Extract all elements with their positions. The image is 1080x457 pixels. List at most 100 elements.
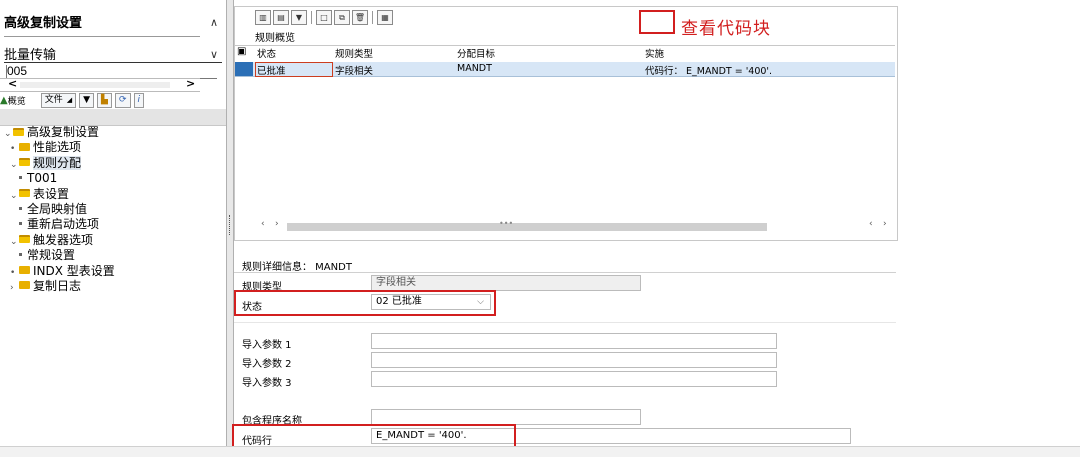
transfer-mode-label: 批量传输 xyxy=(4,47,57,62)
toolbar-divider xyxy=(372,10,373,24)
tree-node[interactable]: 全局映射值 xyxy=(0,202,226,217)
tree-node[interactable]: • 性能选项 xyxy=(0,140,226,155)
overview-button[interactable]: ▲ 概览 xyxy=(0,94,26,107)
info-button[interactable]: i xyxy=(133,92,145,108)
view-code-highlight xyxy=(639,10,675,34)
left-toolbar: ▲ 概览 文件 ◢ ▼ ▙ ⟳ i xyxy=(0,92,224,108)
tree-node-label: 复制日志 xyxy=(33,278,82,293)
tree-node-label: 高级复制设置 xyxy=(27,125,100,139)
column-header-status[interactable]: 状态 xyxy=(257,46,276,60)
folder-icon xyxy=(19,266,30,275)
folder-icon xyxy=(19,158,30,167)
scroll-thumb[interactable] xyxy=(20,82,170,88)
section-title: 规则概览 xyxy=(255,33,295,44)
grid-scroll-thumb[interactable]: ••• xyxy=(287,219,767,231)
grid-toolbar: ▥ ▤ ▼ □ ⧉ 🗑 ▦ xyxy=(235,7,897,27)
tree-node-label: 表设置 xyxy=(33,186,70,201)
rules-overview-panel: ▥ ▤ ▼ □ ⧉ 🗑 ▦ 查看代码块 规则概览 ▣ 状态 规则类型 分配目标 … xyxy=(234,6,898,241)
tree-node[interactable]: › 复制日志 xyxy=(0,279,226,294)
column-header-target[interactable]: 分配目标 xyxy=(457,46,495,60)
tree-node[interactable]: T001 xyxy=(0,171,226,186)
tree-node[interactable]: • INDX 型表设置 xyxy=(0,264,226,279)
tree-node[interactable]: ⌄ 表设置 xyxy=(0,187,226,202)
scroll-left-end-icon[interactable]: ‹ xyxy=(869,219,873,229)
form-divider xyxy=(234,272,896,273)
subtitle-divider xyxy=(4,62,222,63)
scroll-right-icon[interactable]: › xyxy=(275,219,279,229)
import-param3-label: 导入参数 3 xyxy=(242,378,292,389)
cell-target[interactable]: MANDT xyxy=(457,63,492,74)
rule-detail-form: 规则详细信息： MANDT 规则类型 字段相关 状态 02 已批准 ⌵ 导入参数… xyxy=(232,254,896,450)
rule-detail-header: 规则详细信息： MANDT xyxy=(242,262,352,273)
sort-icon: ▙ xyxy=(101,94,108,105)
left-navigation-panel: 高级复制设置 ∧ 批量传输 ∨ 005 < > ▲ 概览 文件 ◢ ▼ ▙ ⟳ i… xyxy=(0,0,228,446)
bullet-icon xyxy=(19,176,22,180)
import-param1-label: 导入参数 1 xyxy=(242,340,292,351)
left-horizontal-scrollbar[interactable]: < > xyxy=(0,77,200,92)
settings-tree: ⌄ 高级复制设置 • 性能选项 ⌄ 规则分配 T001 ⌄ 表设置 全局映射值 重新启动选项 ⌄ 触发器… xyxy=(0,125,226,294)
tree-node-label: 规则分配 xyxy=(33,155,82,170)
status-bar xyxy=(0,446,1080,457)
scroll-right-icon[interactable]: > xyxy=(186,77,195,90)
form-divider xyxy=(234,322,896,323)
panel-title: 高级复制设置 xyxy=(4,15,83,30)
scroll-right-end-icon[interactable]: › xyxy=(883,219,887,229)
column-header-rule-type[interactable]: 规则类型 xyxy=(335,46,373,60)
scroll-left-icon[interactable]: < xyxy=(8,77,17,90)
file-button[interactable]: 文件 ◢ xyxy=(40,92,77,108)
copy-icon[interactable]: ⧉ xyxy=(334,9,350,25)
chevron-right-icon[interactable]: › xyxy=(10,281,19,296)
cell-implementation[interactable]: 代码行： E_MANDT = '400'. xyxy=(645,63,772,77)
filter-icon[interactable]: ▼ xyxy=(291,9,307,25)
sort-button[interactable]: ▙ xyxy=(97,92,112,108)
scroll-up-icon[interactable]: ∧ xyxy=(210,16,218,29)
table-row[interactable]: 已批准 字段相关 MANDT 代码行： E_MANDT = '400'. xyxy=(235,62,895,77)
tree-node[interactable]: 常规设置 xyxy=(0,248,226,263)
new-icon[interactable]: □ xyxy=(316,9,332,25)
left-grey-header xyxy=(0,109,226,126)
title-divider xyxy=(4,36,200,37)
tree-node[interactable]: ⌄ 规则分配 xyxy=(0,155,226,171)
folder-icon xyxy=(13,127,24,136)
status-highlight xyxy=(234,290,496,316)
bullet-icon xyxy=(19,222,22,226)
details-icon[interactable]: ▥ xyxy=(255,9,271,25)
column-header-implementation[interactable]: 实施 xyxy=(645,46,664,60)
folder-icon xyxy=(19,142,30,151)
folder-icon xyxy=(19,235,30,244)
scroll-down-icon[interactable]: ∨ xyxy=(210,48,218,61)
find-icon[interactable]: ▤ xyxy=(273,9,289,25)
splitter-grip-icon[interactable] xyxy=(229,215,232,235)
panel-splitter[interactable] xyxy=(226,0,234,446)
delete-icon[interactable]: 🗑 xyxy=(352,9,368,25)
info-icon: i xyxy=(137,94,141,105)
layout-icon[interactable]: ▣ xyxy=(237,46,246,57)
tree-node-label: 全局映射值 xyxy=(27,201,88,216)
scroll-grip-icon: ••• xyxy=(499,219,514,228)
folder-icon xyxy=(19,281,30,290)
tree-node-label: 性能选项 xyxy=(33,140,82,155)
tree-node-label: T001 xyxy=(27,171,58,186)
import-param3-field[interactable] xyxy=(371,371,777,387)
row-selector[interactable] xyxy=(235,62,253,76)
tree-node-label: 常规设置 xyxy=(27,248,76,263)
tree-node-label: 重新启动选项 xyxy=(27,217,100,232)
bullet-icon xyxy=(19,253,22,257)
import-param2-field[interactable] xyxy=(371,352,777,368)
rule-type-field: 字段相关 xyxy=(371,275,641,291)
import-param2-label: 导入参数 2 xyxy=(242,359,292,370)
refresh-icon: ⟳ xyxy=(118,94,127,105)
cell-rule-type[interactable]: 字段相关 xyxy=(335,63,373,77)
active-cell-outline xyxy=(255,62,333,77)
import-param1-field[interactable] xyxy=(371,333,777,349)
tree-node[interactable]: ⌄ 高级复制设置 xyxy=(0,125,226,140)
view-code-icon[interactable]: ▦ xyxy=(377,9,393,25)
scroll-left-icon[interactable]: ‹ xyxy=(261,219,265,229)
include-program-field[interactable] xyxy=(371,409,641,425)
bullet-icon xyxy=(19,206,22,210)
tree-node[interactable]: ⌄ 触发器选项 xyxy=(0,233,226,248)
filter-button[interactable]: ▼ xyxy=(79,92,95,108)
tree-node-label: INDX 型表设置 xyxy=(33,263,115,278)
refresh-button[interactable]: ⟳ xyxy=(114,92,131,108)
tree-node[interactable]: 重新启动选项 xyxy=(0,217,226,232)
